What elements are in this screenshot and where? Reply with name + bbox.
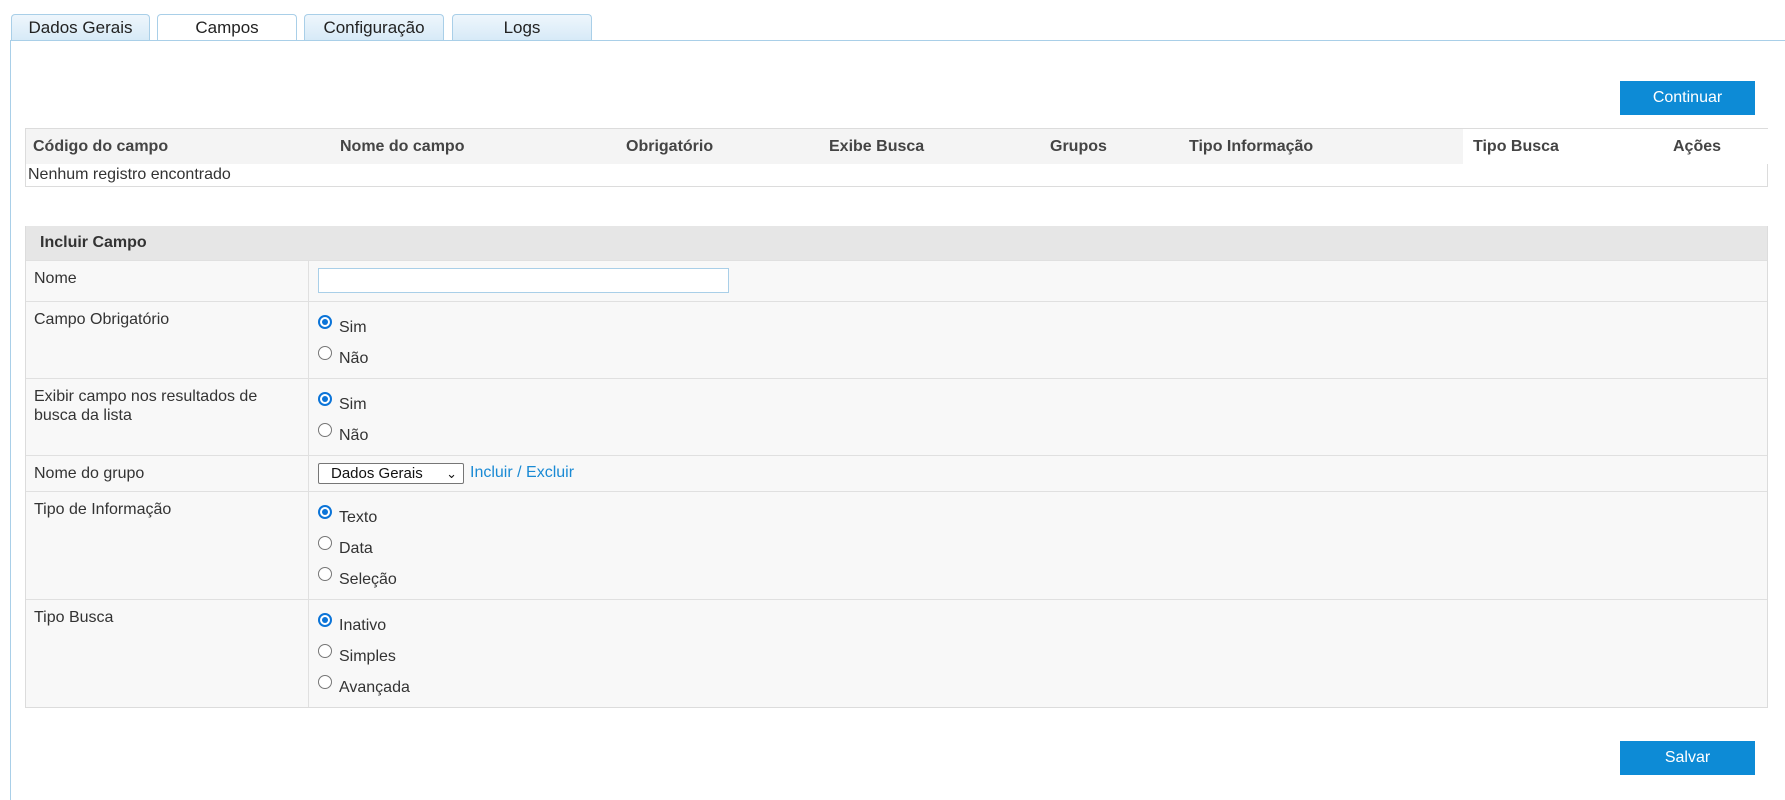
radio-unchecked-icon[interactable] [318, 644, 332, 658]
row-tipo-informacao: Tipo de Informação Texto Data Seleção [26, 491, 1767, 599]
fields-table: Código do campo Nome do campo Obrigatóri… [25, 128, 1768, 187]
table-header: Código do campo Nome do campo Obrigatóri… [26, 129, 1768, 164]
incluir-excluir-link[interactable]: Incluir / Excluir [470, 464, 574, 482]
continue-button[interactable]: Continuar [1620, 81, 1755, 115]
column-header-grupos[interactable]: Grupos [1050, 129, 1107, 164]
row-campo-obrigatorio: Campo Obrigatório Sim Não [26, 301, 1767, 378]
form-title: Incluir Campo [26, 226, 1767, 260]
grupo-select[interactable]: Dados Gerais ⌄ [318, 463, 464, 484]
field-label-tipo-informacao: Tipo de Informação [26, 492, 309, 599]
field-label-exibir: Exibir campo nos resultados de busca da … [26, 379, 309, 455]
tab-campos[interactable]: Campos [157, 14, 297, 42]
tab-logs[interactable]: Logs [452, 14, 592, 40]
radio-unchecked-icon[interactable] [318, 346, 332, 360]
tab-dados-gerais[interactable]: Dados Gerais [11, 14, 150, 40]
column-header-obrigatorio[interactable]: Obrigatório [626, 129, 713, 164]
radio-checked-icon[interactable] [318, 505, 332, 519]
field-label-obrigatorio: Campo Obrigatório [26, 302, 309, 378]
include-field-form: Incluir Campo Nome Campo Obrigatório Sim… [25, 226, 1768, 708]
row-tipo-busca: Tipo Busca Inativo Simples Avançada [26, 599, 1767, 707]
column-header-tipo-busca[interactable]: Tipo Busca [1473, 129, 1559, 164]
field-label-tipo-busca: Tipo Busca [26, 600, 309, 707]
row-exibir-busca: Exibir campo nos resultados de busca da … [26, 378, 1767, 455]
save-button[interactable]: Salvar [1620, 741, 1755, 775]
column-header-exibe-busca[interactable]: Exibe Busca [829, 129, 924, 164]
nome-input[interactable] [318, 268, 729, 293]
radio-unchecked-icon[interactable] [318, 567, 332, 581]
radio-checked-icon[interactable] [318, 315, 332, 329]
radio-unchecked-icon[interactable] [318, 536, 332, 550]
field-label-grupo: Nome do grupo [26, 456, 309, 491]
tab-configuracao[interactable]: Configuração [304, 14, 444, 40]
column-header-tipo-informacao[interactable]: Tipo Informação [1189, 129, 1313, 164]
column-header-acoes: Ações [1673, 138, 1722, 155]
column-header-codigo[interactable]: Código do campo [33, 129, 168, 164]
row-nome: Nome [26, 260, 1767, 301]
chevron-down-icon: ⌄ [446, 466, 457, 481]
field-label-nome: Nome [26, 261, 309, 301]
radio-unchecked-icon[interactable] [318, 423, 332, 437]
column-header-nome[interactable]: Nome do campo [340, 129, 464, 164]
radio-checked-icon[interactable] [318, 613, 332, 627]
row-nome-grupo: Nome do grupo Dados Gerais ⌄ Incluir / E… [26, 455, 1767, 491]
radio-checked-icon[interactable] [318, 392, 332, 406]
radio-unchecked-icon[interactable] [318, 675, 332, 689]
empty-message: Nenhum registro encontrado [28, 166, 231, 183]
